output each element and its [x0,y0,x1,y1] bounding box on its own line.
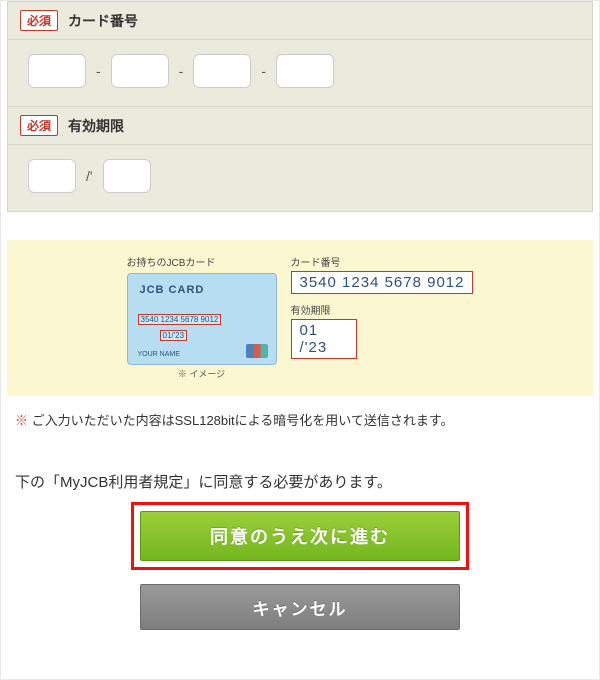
guide-number-label: カード番号 [291,254,474,269]
card-seg-4[interactable] [276,54,334,88]
guide-own-card-label: お持ちのJCBカード [127,254,216,269]
guide-number-value: 3540 1234 5678 9012 [291,271,474,294]
card-guide: お持ちのJCBカード JCB CARD 3540 1234 5678 9012 … [7,240,593,396]
card-seg-2[interactable] [111,54,169,88]
agree-button[interactable]: 同意のうえ次に進む [140,511,460,561]
consent-text: 下の「MyJCB利用者規定」に同意する必要があります。 [15,471,585,492]
cancel-button[interactable]: キャンセル [140,584,460,630]
jcb-logo-icon [246,344,268,358]
button-area: 同意のうえ次に進む キャンセル [1,502,599,630]
guide-caption: ※ イメージ [178,367,225,380]
required-badge: 必須 [20,115,58,136]
card-form: 必須 カード番号 - - - 必須 有効期限 /' [7,1,593,212]
card-sep: - [179,63,184,79]
card-number-on-card: 3540 1234 5678 9012 [138,314,222,325]
ssl-note: ※ ご入力いただいた内容はSSL128bitによる暗号化を用いて送信されます。 [15,410,585,429]
agree-highlight-frame: 同意のうえ次に進む [131,502,469,570]
card-number-header: 必須 カード番号 [8,2,592,40]
expiry-sep: /' [86,168,93,184]
guide-expiry-value: 01 /'23 [291,319,357,359]
card-holder-name: YOUR NAME [138,351,180,358]
card-expiry-on-card: 01/'23 [160,330,188,341]
card-sep: - [96,63,101,79]
expiry-label: 有効期限 [68,116,124,136]
card-seg-3[interactable] [193,54,251,88]
expiry-header: 必須 有効期限 [8,106,592,145]
ssl-note-text: ご入力いただいた内容はSSL128bitによる暗号化を用いて送信されます。 [32,413,454,428]
card-brand-text: JCB CARD [140,284,205,296]
card-number-label: カード番号 [68,11,138,31]
guide-expiry-label: 有効期限 [291,302,474,317]
card-number-body: - - - [8,40,592,106]
expiry-body: /' [8,145,592,211]
card-sep: - [261,63,266,79]
card-seg-1[interactable] [28,54,86,88]
expiry-year[interactable] [103,159,151,193]
note-mark: ※ [15,413,28,428]
required-badge: 必須 [20,10,58,31]
card-visual: JCB CARD 3540 1234 5678 9012 01/'23 YOUR… [127,273,277,365]
expiry-month[interactable] [28,159,76,193]
